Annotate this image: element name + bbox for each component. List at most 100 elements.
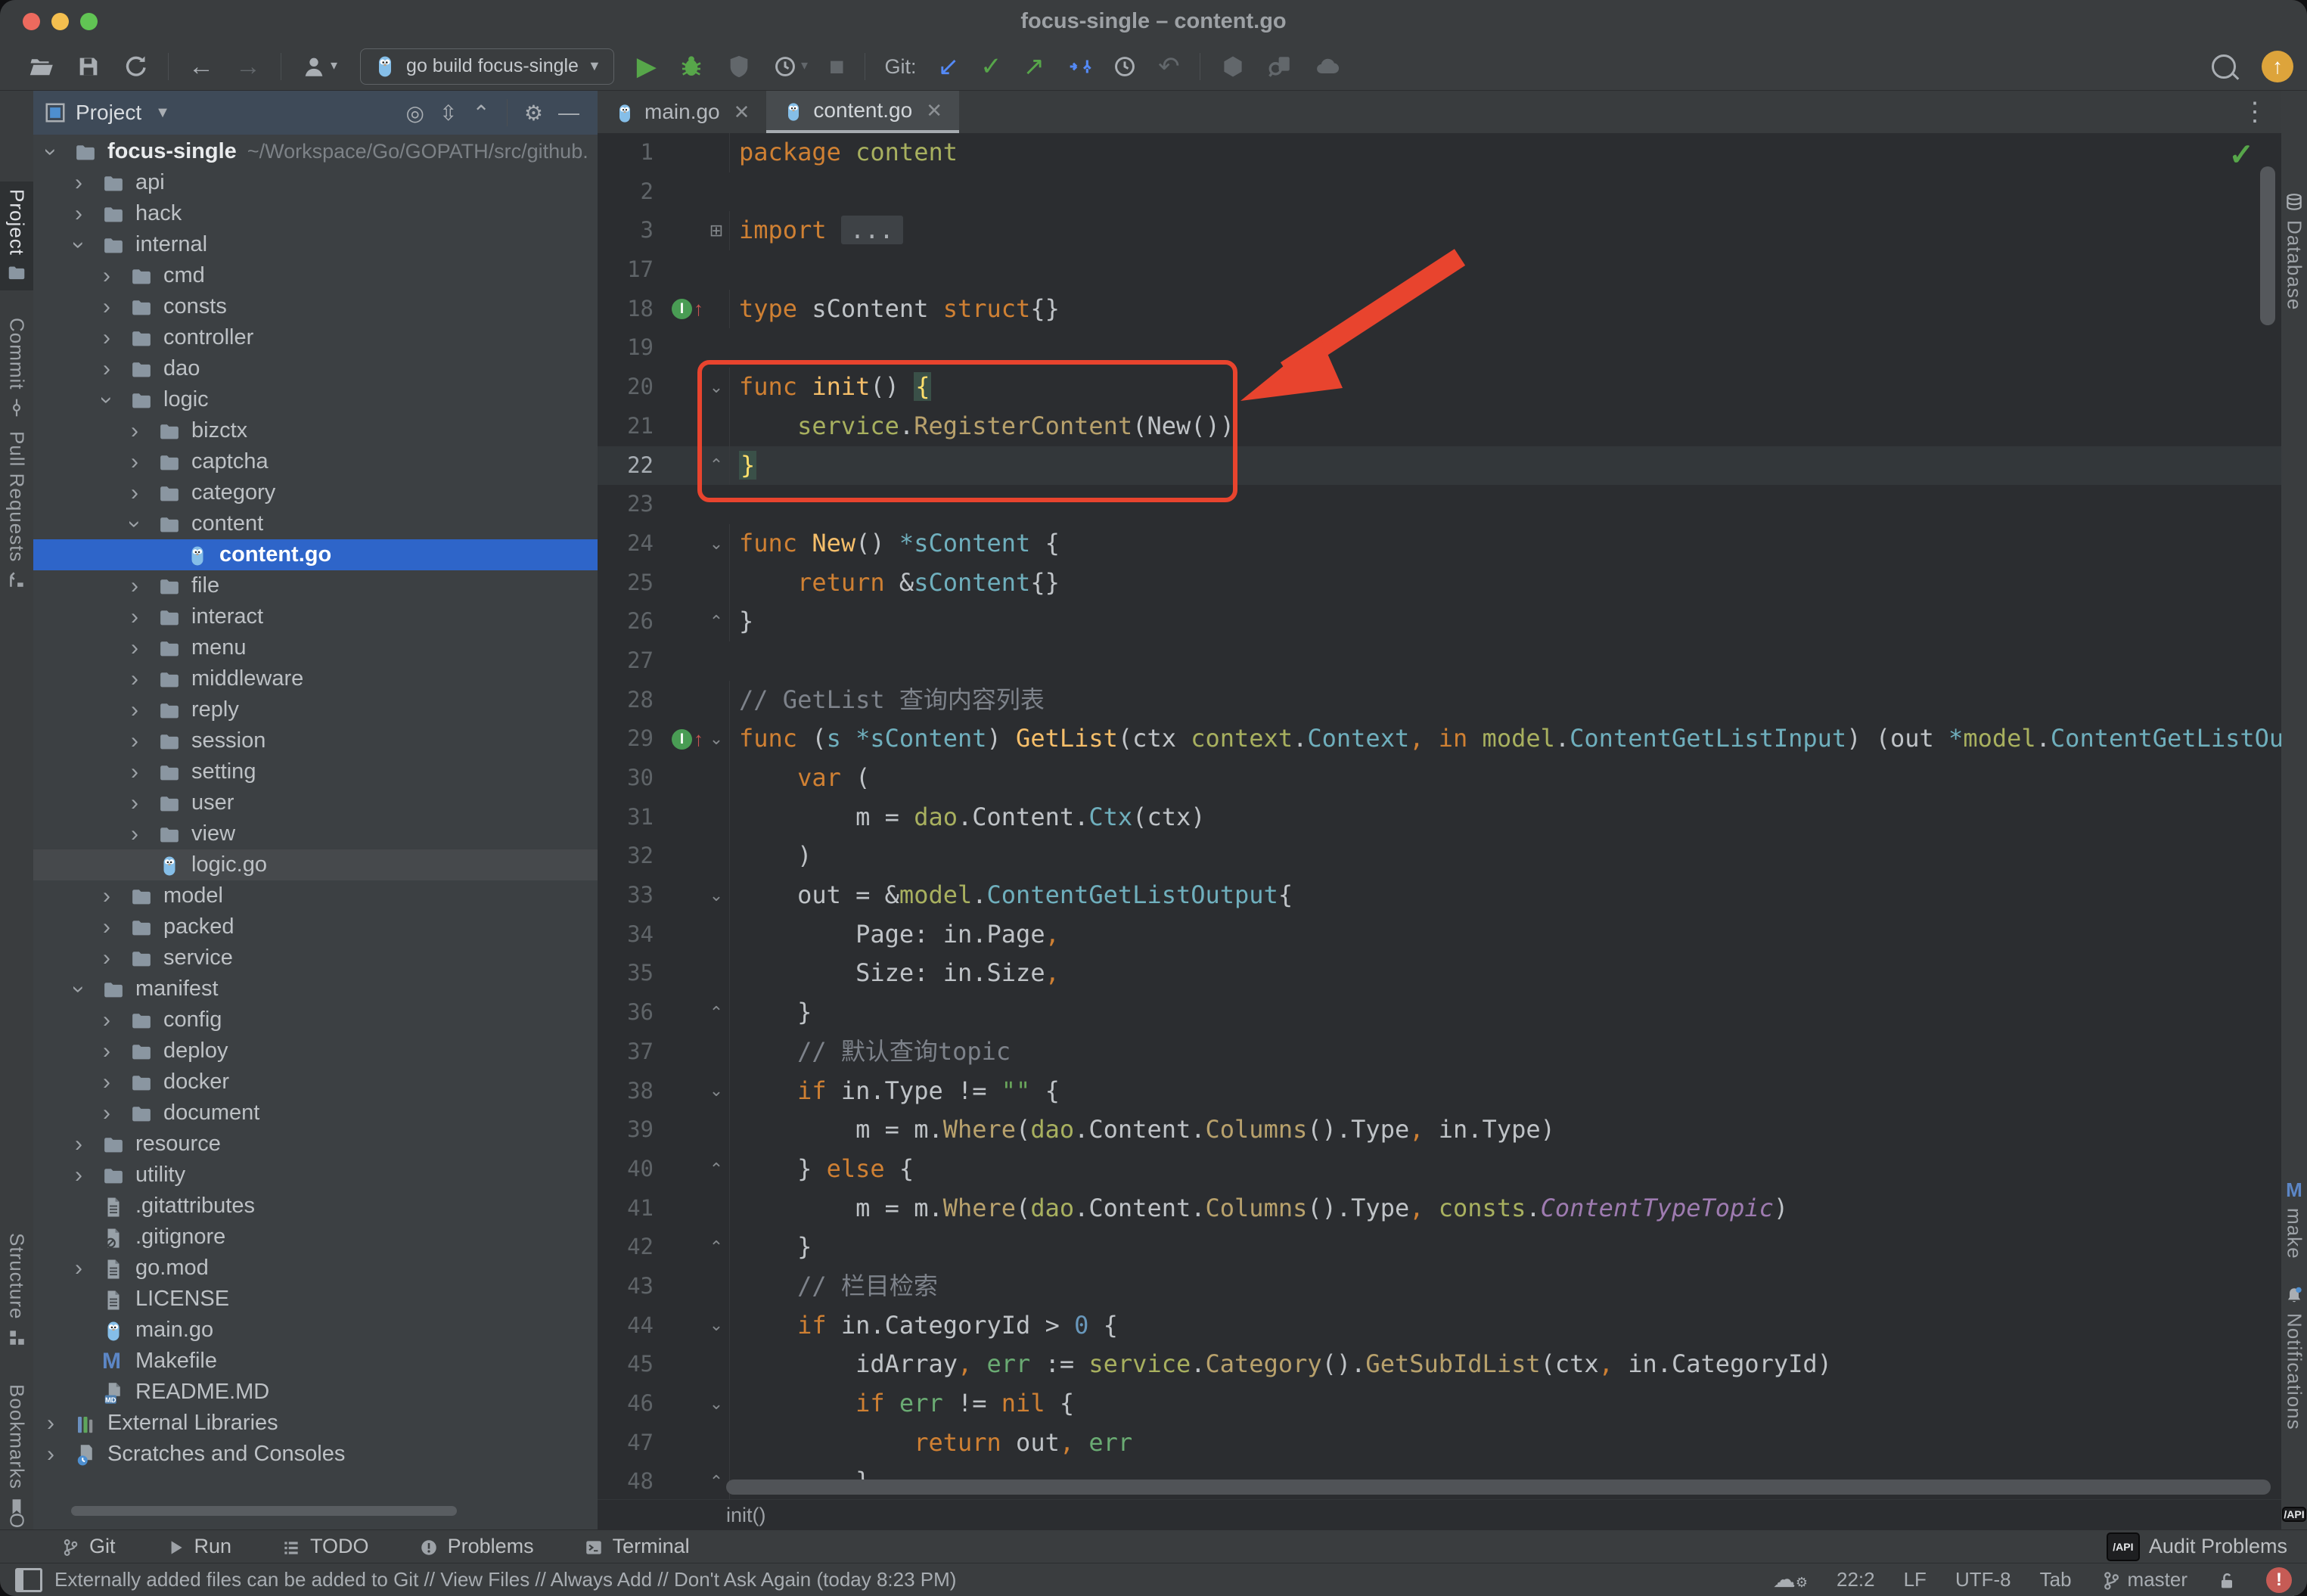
- code-text[interactable]: out = &model.ContentGetListOutput{: [729, 876, 2281, 915]
- chevron-expanded-icon[interactable]: ›: [122, 520, 147, 528]
- tool-window-button-run[interactable]: Run: [166, 1535, 232, 1558]
- chevron-collapsed-icon[interactable]: ›: [131, 573, 138, 599]
- tree-item-category[interactable]: ›category: [33, 477, 598, 508]
- chevron-collapsed-icon[interactable]: ›: [131, 604, 138, 630]
- chevron-collapsed-icon[interactable]: ›: [131, 759, 138, 785]
- tool-stripe-pull-requests[interactable]: Pull Requests: [0, 424, 33, 597]
- code-text[interactable]: Size: in.Size,: [729, 954, 2281, 993]
- tree-item-controller[interactable]: ›controller: [33, 322, 598, 353]
- run-configuration-select[interactable]: go build focus-single▼: [360, 48, 614, 85]
- audit-problems-button[interactable]: /API Audit Problems: [2107, 1532, 2287, 1561]
- line-number[interactable]: 46: [598, 1384, 654, 1424]
- indent-style[interactable]: Tab: [2040, 1568, 2072, 1591]
- chevron-collapsed-icon[interactable]: ›: [103, 356, 110, 382]
- line-number[interactable]: 3: [598, 211, 654, 250]
- fold-marker[interactable]: ⌄: [703, 1315, 729, 1335]
- line-number[interactable]: 29: [598, 719, 654, 759]
- chevron-collapsed-icon[interactable]: ›: [131, 480, 138, 506]
- line-number[interactable]: 25: [598, 564, 654, 603]
- notification-error-badge[interactable]: !: [2266, 1567, 2292, 1593]
- line-number[interactable]: 23: [598, 485, 654, 524]
- inspections-ok-icon[interactable]: ✓: [2228, 138, 2254, 172]
- git-history-icon[interactable]: [1113, 54, 1137, 79]
- sync-icon[interactable]: [123, 54, 148, 79]
- chevron-collapsed-icon[interactable]: ›: [131, 635, 138, 661]
- code-text[interactable]: } else {: [729, 1150, 2281, 1189]
- line-number[interactable]: 42: [598, 1228, 654, 1267]
- chevron-collapsed-icon[interactable]: ›: [103, 1070, 110, 1095]
- line-number[interactable]: 33: [598, 876, 654, 915]
- code-text[interactable]: m = m.Where(dao.Content.Columns().Type, …: [729, 1189, 2281, 1228]
- back-button[interactable]: ←: [188, 43, 214, 90]
- user-dropdown[interactable]: ▾: [301, 54, 337, 79]
- hide-panel-button[interactable]: —: [558, 101, 579, 125]
- project-panel-title[interactable]: Project: [76, 101, 141, 125]
- tool-window-button-git[interactable]: Git: [61, 1535, 116, 1558]
- chevron-collapsed-icon[interactable]: ›: [75, 170, 82, 196]
- chevron-collapsed-icon[interactable]: ›: [131, 418, 138, 444]
- tree-item-makefile[interactable]: MMakefile: [33, 1346, 598, 1377]
- update-available-badge[interactable]: ↑: [2262, 51, 2293, 82]
- run-button[interactable]: ▶: [637, 43, 657, 90]
- fold-marker[interactable]: ⌃: [703, 1237, 729, 1257]
- tree-item-resource[interactable]: ›resource: [33, 1129, 598, 1160]
- line-number[interactable]: 1: [598, 133, 654, 172]
- code-text[interactable]: // 栏目检索: [729, 1267, 2281, 1306]
- line-number[interactable]: 37: [598, 1032, 654, 1072]
- fold-marker[interactable]: ⊞: [703, 221, 729, 241]
- tree-item-menu[interactable]: ›menu: [33, 632, 598, 663]
- tree-item-manifest[interactable]: ›manifest: [33, 973, 598, 1004]
- tool-window-button-todo[interactable]: TODO: [281, 1535, 369, 1558]
- close-tab-icon[interactable]: ✕: [734, 101, 750, 124]
- line-number[interactable]: 2: [598, 172, 654, 212]
- line-number[interactable]: 44: [598, 1306, 654, 1346]
- code-text[interactable]: func New() *sContent {: [729, 524, 2281, 564]
- tree-item-license[interactable]: LICENSE: [33, 1284, 598, 1315]
- tree-item-content[interactable]: ›content: [33, 508, 598, 539]
- tree-item-interact[interactable]: ›interact: [33, 601, 598, 632]
- editor-horizontal-scrollbar[interactable]: [726, 1480, 2271, 1495]
- line-number[interactable]: 22: [598, 446, 654, 486]
- chevron-collapsed-icon[interactable]: ›: [103, 325, 110, 351]
- tool-window-button-problems[interactable]: Problems: [419, 1535, 534, 1558]
- fold-marker[interactable]: ⌄: [703, 729, 729, 749]
- project-horizontal-scrollbar[interactable]: [71, 1506, 457, 1516]
- code-text[interactable]: package content: [729, 133, 2281, 172]
- tree-item-bizctx[interactable]: ›bizctx: [33, 415, 598, 446]
- code-text[interactable]: if in.CategoryId > 0 {: [729, 1306, 2281, 1346]
- tool-stripe-make[interactable]: Mmake: [2281, 1172, 2307, 1267]
- line-number[interactable]: 20: [598, 368, 654, 407]
- tree-item-internal[interactable]: ›internal: [33, 229, 598, 260]
- chevron-down-icon[interactable]: ▼: [155, 104, 170, 122]
- chevron-collapsed-icon[interactable]: ›: [103, 914, 110, 940]
- chevron-collapsed-icon[interactable]: ›: [103, 263, 110, 289]
- line-number[interactable]: 41: [598, 1189, 654, 1228]
- code-text[interactable]: idArray, err := service.Category().GetSu…: [729, 1345, 2281, 1384]
- code-text[interactable]: if in.Type != "" {: [729, 1072, 2281, 1111]
- tree-item-setting[interactable]: ›setting: [33, 756, 598, 787]
- tree-item-focus-single[interactable]: ›focus-single~/Workspace/Go/GOPATH/src/g…: [33, 136, 598, 167]
- line-number[interactable]: 47: [598, 1424, 654, 1463]
- line-number[interactable]: 35: [598, 954, 654, 993]
- line-number[interactable]: 24: [598, 524, 654, 564]
- line-number[interactable]: 31: [598, 798, 654, 837]
- line-number[interactable]: 45: [598, 1345, 654, 1384]
- code-text[interactable]: Page: in.Page,: [729, 915, 2281, 955]
- line-number[interactable]: 48: [598, 1462, 654, 1501]
- tree-item-api[interactable]: ›api: [33, 167, 598, 198]
- chevron-collapsed-icon[interactable]: ›: [103, 883, 110, 909]
- tab-options-icon[interactable]: ⋮: [2242, 91, 2268, 133]
- tree-item-view[interactable]: ›view: [33, 818, 598, 849]
- gear-icon[interactable]: ⚙: [524, 101, 543, 126]
- line-number[interactable]: 36: [598, 993, 654, 1032]
- tool-stripe-database[interactable]: Database: [2281, 185, 2307, 318]
- chevron-collapsed-icon[interactable]: ›: [131, 666, 138, 692]
- chevron-collapsed-icon[interactable]: ›: [47, 1411, 54, 1436]
- fold-marker[interactable]: ⌄: [703, 534, 729, 554]
- line-number[interactable]: 18: [598, 290, 654, 329]
- tree-item-logic.go[interactable]: logic.go: [33, 849, 598, 880]
- line-number[interactable]: 38: [598, 1072, 654, 1111]
- tree-item-reply[interactable]: ›reply: [33, 694, 598, 725]
- chevron-collapsed-icon[interactable]: ›: [75, 1163, 82, 1188]
- tool-stripe-bookmarks[interactable]: Bookmarks: [0, 1377, 33, 1524]
